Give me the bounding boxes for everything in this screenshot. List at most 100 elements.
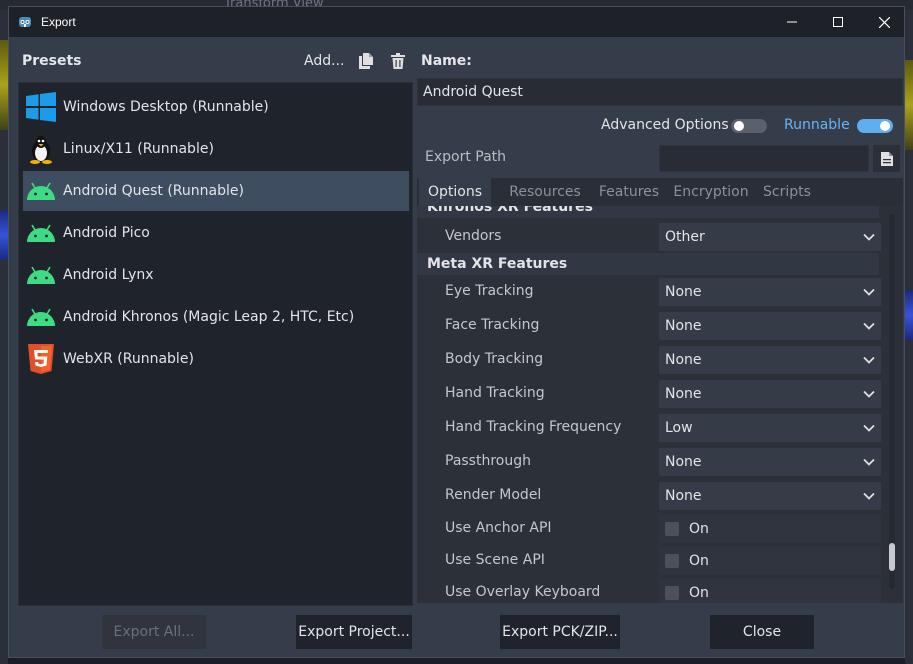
use-scene-api-checkbox[interactable]: On [659,547,881,575]
runnable-toggle[interactable] [857,119,893,133]
tab-scripts[interactable]: Scripts [757,178,817,206]
option-label: Hand Tracking Frequency [445,419,622,435]
chevron-down-icon [863,492,875,500]
chevron-down-icon [863,424,875,432]
options-scrollbar[interactable] [889,214,895,589]
godot-logo-icon [19,17,31,27]
background-decoration [905,60,913,150]
preset-item-android-pico[interactable]: Android Pico [23,213,409,253]
export-path-input[interactable] [659,145,869,172]
add-preset-button[interactable]: Add... [304,53,344,69]
option-label: Render Model [445,487,542,503]
khronos-section-header[interactable]: Khronos XR Features [417,206,879,218]
duplicate-icon[interactable] [359,53,373,69]
delete-icon[interactable] [390,53,406,69]
preset-item-linux[interactable]: Linux/X11 (Runnable) [23,129,409,169]
option-label: Body Tracking [445,351,544,367]
option-row-render-model: Render Model None [417,480,881,512]
tabs-bar: Options Resources Features Encryption Sc… [417,178,903,206]
close-window-button[interactable] [861,7,907,37]
browse-path-button[interactable] [873,145,900,172]
export-dialog: Export Presets Add... Windows Desktop (R… [8,6,905,658]
option-value: On [689,585,709,601]
face-tracking-dropdown[interactable]: None [659,312,881,340]
option-value: None [665,318,702,334]
chevron-down-icon [863,356,875,364]
passthrough-dropdown[interactable]: None [659,448,881,476]
linux-icon [26,134,56,164]
hand-tracking-dropdown[interactable]: None [659,380,881,408]
use-overlay-keyboard-checkbox[interactable]: On [659,579,881,603]
option-label: Face Tracking [445,317,540,333]
windows-icon [26,92,56,122]
option-value: None [665,386,702,402]
option-row-body-tracking: Body Tracking None [417,344,881,376]
preset-name-input[interactable]: Android Quest [417,78,903,106]
option-label: Use Overlay Keyboard [445,584,601,600]
preset-item-android-lynx[interactable]: Android Lynx [23,255,409,295]
background-decoration [0,40,8,130]
presets-list[interactable]: Windows Desktop (Runnable) Linux/X11 (Ru… [18,82,413,606]
option-value: None [665,488,702,504]
option-value: None [665,454,702,470]
render-model-dropdown[interactable]: None [659,482,881,510]
option-row-use-anchor-api: Use Anchor API On [417,513,881,545]
export-project-button[interactable]: Export Project... [296,615,412,649]
android-icon [26,176,56,206]
tab-encryption[interactable]: Encryption [669,178,753,206]
preset-item-windows-desktop[interactable]: Windows Desktop (Runnable) [23,87,409,127]
checkbox-unchecked-icon [665,586,679,600]
option-row-use-scene-api: Use Scene API On [417,545,881,577]
chevron-down-icon [863,233,875,241]
option-label: Use Scene API [445,552,545,568]
close-button[interactable]: Close [710,615,814,649]
export-pck-zip-button[interactable]: Export PCK/ZIP... [500,615,620,649]
option-label: Vendors [445,228,502,244]
preset-item-webxr[interactable]: WebXR (Runnable) [23,339,409,379]
vendors-dropdown[interactable]: Other [659,223,881,251]
tab-features[interactable]: Features [593,178,665,206]
option-row-vendors: Vendors Other [417,221,881,253]
chevron-down-icon [863,458,875,466]
option-row-eye-tracking: Eye Tracking None [417,276,881,308]
minimize-button[interactable] [769,7,815,37]
options-panel[interactable]: Khronos XR Features Vendors Other Meta X… [417,206,903,603]
option-label: Use Anchor API [445,520,552,536]
chevron-down-icon [863,390,875,398]
option-value: On [689,553,709,569]
tab-options[interactable]: Options [419,178,491,206]
preset-item-label: Linux/X11 (Runnable) [63,141,214,157]
option-label: Hand Tracking [445,385,545,401]
preset-item-label: Android Lynx [63,267,154,283]
option-row-hand-tracking-frequency: Hand Tracking Frequency Low [417,412,881,444]
title-bar[interactable]: Export [9,7,904,37]
preset-item-android-khronos[interactable]: Android Khronos (Magic Leap 2, HTC, Etc) [23,297,409,337]
body-tracking-dropdown[interactable]: None [659,346,881,374]
background-decoration [905,290,913,340]
use-anchor-api-checkbox[interactable]: On [659,515,881,543]
preset-item-android-quest[interactable]: Android Quest (Runnable) [23,171,409,211]
name-label: Name: [421,53,472,69]
preset-item-label: Android Quest (Runnable) [63,183,244,199]
background-decoration [0,210,8,260]
maximize-button[interactable] [815,7,861,37]
android-icon [26,260,56,290]
preset-item-label: Windows Desktop (Runnable) [63,99,269,115]
chevron-down-icon [863,322,875,330]
hand-tracking-frequency-dropdown[interactable]: Low [659,414,881,442]
advanced-options-toggle[interactable] [731,119,767,133]
scrollbar-thumb[interactable] [889,543,895,571]
close-icon [878,16,890,28]
eye-tracking-dropdown[interactable]: None [659,278,881,306]
presets-label: Presets [22,53,82,69]
export-path-label: Export Path [425,149,507,165]
tab-resources[interactable]: Resources [497,178,593,206]
option-value: Other [665,229,705,245]
advanced-options-label: Advanced Options [601,117,729,133]
minimize-icon [787,21,797,23]
export-all-button[interactable]: Export All... [102,615,206,649]
checkbox-unchecked-icon [665,554,679,568]
meta-section-header[interactable]: Meta XR Features [417,253,879,275]
window-title: Export [41,15,76,29]
option-value: On [689,521,709,537]
